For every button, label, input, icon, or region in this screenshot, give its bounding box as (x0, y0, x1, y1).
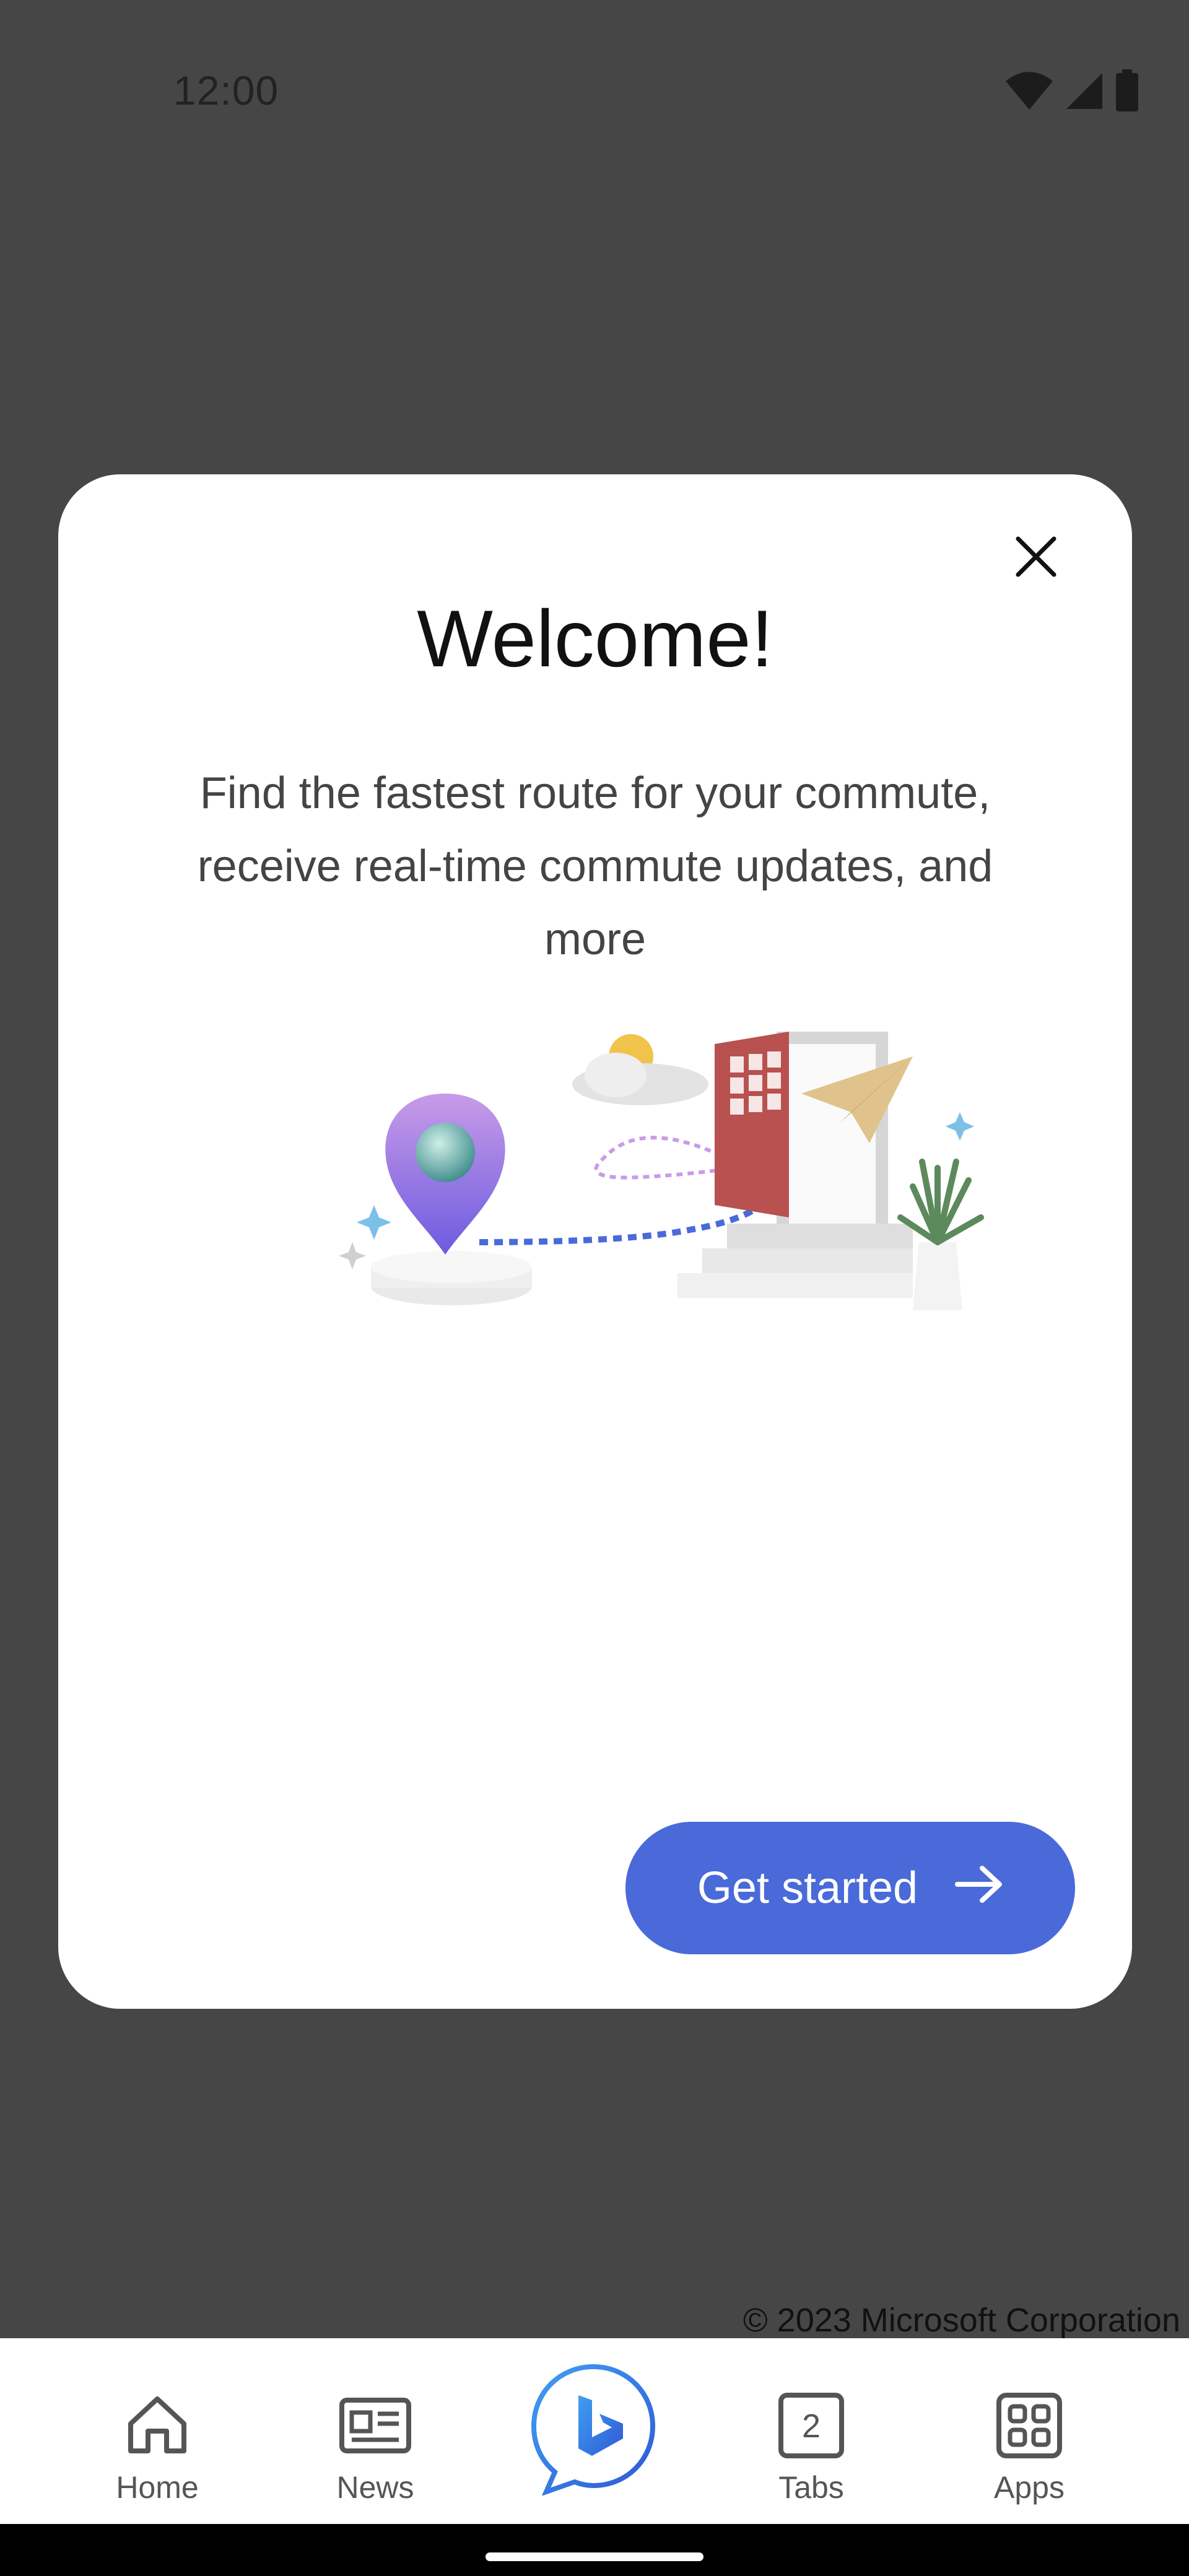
get-started-label: Get started (697, 1863, 918, 1913)
gesture-handle[interactable] (486, 2552, 703, 2561)
nav-news-label: News (336, 2470, 414, 2505)
home-icon (123, 2385, 191, 2466)
bottom-navigation: Home News 2 Tabs Apps (0, 2338, 1189, 2524)
get-started-button[interactable]: Get started (625, 1822, 1075, 1954)
tabs-count: 2 (802, 2408, 821, 2445)
status-icons (1004, 69, 1139, 113)
nav-apps-label: Apps (994, 2470, 1065, 2505)
battery-icon (1115, 69, 1139, 113)
tabs-icon: 2 (777, 2385, 845, 2466)
news-icon (338, 2385, 412, 2466)
system-navigation-bar (0, 2524, 1189, 2576)
nav-tabs-label: Tabs (778, 2470, 844, 2505)
welcome-dialog: Welcome! Find the fastest route for your… (58, 474, 1132, 2009)
nav-home-label: Home (116, 2470, 199, 2505)
apps-icon (995, 2385, 1063, 2466)
commute-illustration (294, 1019, 1000, 1341)
status-bar: 12:00 (0, 0, 1189, 186)
nav-news[interactable]: News (289, 2338, 462, 2524)
nav-tabs[interactable]: 2 Tabs (725, 2338, 898, 2524)
wifi-icon (1004, 71, 1054, 111)
signal-icon (1065, 72, 1104, 110)
close-icon (1014, 535, 1058, 581)
status-time: 12:00 (173, 67, 279, 113)
copyright-text: © 2023 Microsoft Corporation (743, 2302, 1180, 2339)
bing-chat-button[interactable] (530, 2363, 656, 2496)
nav-apps[interactable]: Apps (943, 2338, 1116, 2524)
bing-chat-icon (530, 2364, 656, 2498)
close-button[interactable] (1002, 524, 1070, 592)
arrow-right-icon (955, 1863, 1003, 1913)
dialog-title: Welcome! (417, 593, 773, 684)
dialog-description: Find the fastest route for your commute,… (197, 768, 993, 964)
nav-home[interactable]: Home (71, 2338, 244, 2524)
